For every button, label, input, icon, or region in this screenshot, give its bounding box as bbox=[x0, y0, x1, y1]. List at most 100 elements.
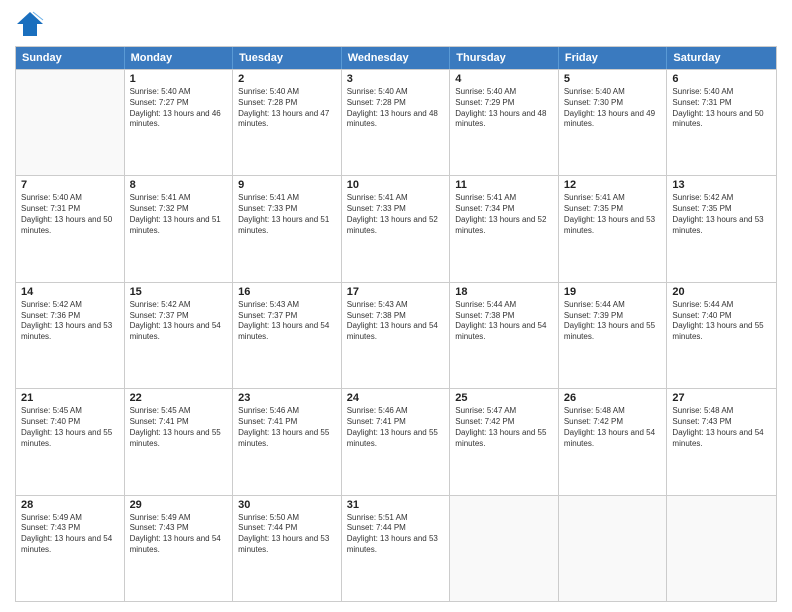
calendar-header-cell: Sunday bbox=[16, 47, 125, 69]
cell-info: Sunrise: 5:46 AMSunset: 7:41 PMDaylight:… bbox=[347, 406, 445, 449]
day-number: 27 bbox=[672, 392, 771, 404]
cell-info: Sunrise: 5:40 AMSunset: 7:28 PMDaylight:… bbox=[238, 87, 336, 130]
calendar-cell bbox=[559, 496, 668, 601]
calendar-cell: 8 Sunrise: 5:41 AMSunset: 7:32 PMDaylight… bbox=[125, 176, 234, 281]
calendar-header-cell: Thursday bbox=[450, 47, 559, 69]
calendar-cell: 18 Sunrise: 5:44 AMSunset: 7:38 PMDayligh… bbox=[450, 283, 559, 388]
calendar-cell bbox=[667, 496, 776, 601]
calendar-cell: 6 Sunrise: 5:40 AMSunset: 7:31 PMDaylight… bbox=[667, 70, 776, 175]
calendar-cell: 4 Sunrise: 5:40 AMSunset: 7:29 PMDaylight… bbox=[450, 70, 559, 175]
day-number: 15 bbox=[130, 286, 228, 298]
calendar-cell: 25 Sunrise: 5:47 AMSunset: 7:42 PMDayligh… bbox=[450, 389, 559, 494]
cell-info: Sunrise: 5:40 AMSunset: 7:28 PMDaylight:… bbox=[347, 87, 445, 130]
cell-info: Sunrise: 5:41 AMSunset: 7:35 PMDaylight:… bbox=[564, 193, 662, 236]
day-number: 24 bbox=[347, 392, 445, 404]
logo bbox=[15, 10, 49, 38]
calendar-row: 7Sunrise: 5:40 AMSunset: 7:31 PMDaylight… bbox=[16, 175, 776, 281]
cell-info: Sunrise: 5:48 AMSunset: 7:43 PMDaylight:… bbox=[672, 406, 771, 449]
calendar-cell: 1Sunrise: 5:40 AMSunset: 7:27 PMDaylight… bbox=[125, 70, 234, 175]
day-number: 13 bbox=[672, 179, 771, 191]
cell-info: Sunrise: 5:51 AMSunset: 7:44 PMDaylight:… bbox=[347, 513, 445, 556]
calendar-row: 28 Sunrise: 5:49 AMSunset: 7:43 PMDayligh… bbox=[16, 495, 776, 601]
calendar-header-cell: Friday bbox=[559, 47, 668, 69]
day-number: 4 bbox=[455, 73, 553, 85]
cell-info: Sunrise: 5:44 AMSunset: 7:39 PMDaylight:… bbox=[564, 300, 662, 343]
day-number: 7 bbox=[21, 179, 119, 191]
cell-info: Sunrise: 5:42 AMSunset: 7:35 PMDaylight:… bbox=[672, 193, 771, 236]
day-number: 31 bbox=[347, 499, 445, 511]
calendar-cell: 24 Sunrise: 5:46 AMSunset: 7:41 PMDayligh… bbox=[342, 389, 451, 494]
cell-info: Sunrise: 5:40 AMSunset: 7:27 PMDaylight:… bbox=[130, 87, 228, 130]
calendar-cell: 15 Sunrise: 5:42 AMSunset: 7:37 PMDayligh… bbox=[125, 283, 234, 388]
cell-info: Sunrise: 5:46 AMSunset: 7:41 PMDaylight:… bbox=[238, 406, 336, 449]
cell-info: Sunrise: 5:41 AMSunset: 7:33 PMDaylight:… bbox=[238, 193, 336, 236]
day-number: 18 bbox=[455, 286, 553, 298]
calendar-cell: 5Sunrise: 5:40 AMSunset: 7:30 PMDaylight… bbox=[559, 70, 668, 175]
cell-info: Sunrise: 5:41 AMSunset: 7:32 PMDaylight:… bbox=[130, 193, 228, 236]
cell-info: Sunrise: 5:41 AMSunset: 7:34 PMDaylight:… bbox=[455, 193, 553, 236]
day-number: 25 bbox=[455, 392, 553, 404]
header bbox=[15, 10, 777, 38]
day-number: 5 bbox=[564, 73, 662, 85]
day-number: 3 bbox=[347, 73, 445, 85]
day-number: 23 bbox=[238, 392, 336, 404]
calendar-header-cell: Wednesday bbox=[342, 47, 451, 69]
day-number: 16 bbox=[238, 286, 336, 298]
calendar-cell bbox=[450, 496, 559, 601]
day-number: 19 bbox=[564, 286, 662, 298]
calendar-cell: 29Sunrise: 5:49 AMSunset: 7:43 PMDayligh… bbox=[125, 496, 234, 601]
day-number: 21 bbox=[21, 392, 119, 404]
cell-info: Sunrise: 5:45 AMSunset: 7:41 PMDaylight:… bbox=[130, 406, 228, 449]
calendar-cell: 31 Sunrise: 5:51 AMSunset: 7:44 PMDayligh… bbox=[342, 496, 451, 601]
day-number: 28 bbox=[21, 499, 119, 511]
calendar-header-cell: Tuesday bbox=[233, 47, 342, 69]
calendar-cell: 2 Sunrise: 5:40 AMSunset: 7:28 PMDaylight… bbox=[233, 70, 342, 175]
calendar-cell: 10 Sunrise: 5:41 AMSunset: 7:33 PMDayligh… bbox=[342, 176, 451, 281]
cell-info: Sunrise: 5:40 AMSunset: 7:31 PMDaylight:… bbox=[672, 87, 771, 130]
calendar-cell: 28 Sunrise: 5:49 AMSunset: 7:43 PMDayligh… bbox=[16, 496, 125, 601]
calendar-row: 14Sunrise: 5:42 AMSunset: 7:36 PMDayligh… bbox=[16, 282, 776, 388]
page: SundayMondayTuesdayWednesdayThursdayFrid… bbox=[0, 0, 792, 612]
day-number: 10 bbox=[347, 179, 445, 191]
day-number: 6 bbox=[672, 73, 771, 85]
calendar-header-cell: Monday bbox=[125, 47, 234, 69]
day-number: 2 bbox=[238, 73, 336, 85]
calendar-cell: 3 Sunrise: 5:40 AMSunset: 7:28 PMDaylight… bbox=[342, 70, 451, 175]
day-number: 26 bbox=[564, 392, 662, 404]
day-number: 22 bbox=[130, 392, 228, 404]
calendar-cell: 22 Sunrise: 5:45 AMSunset: 7:41 PMDayligh… bbox=[125, 389, 234, 494]
calendar-cell: 16 Sunrise: 5:43 AMSunset: 7:37 PMDayligh… bbox=[233, 283, 342, 388]
cell-info: Sunrise: 5:47 AMSunset: 7:42 PMDaylight:… bbox=[455, 406, 553, 449]
calendar-cell: 30Sunrise: 5:50 AMSunset: 7:44 PMDayligh… bbox=[233, 496, 342, 601]
calendar-row: 1Sunrise: 5:40 AMSunset: 7:27 PMDaylight… bbox=[16, 69, 776, 175]
day-number: 29 bbox=[130, 499, 228, 511]
cell-info: Sunrise: 5:42 AMSunset: 7:37 PMDaylight:… bbox=[130, 300, 228, 343]
day-number: 11 bbox=[455, 179, 553, 191]
calendar-header: SundayMondayTuesdayWednesdayThursdayFrid… bbox=[16, 47, 776, 69]
logo-icon bbox=[15, 10, 45, 38]
calendar-cell: 17Sunrise: 5:43 AMSunset: 7:38 PMDayligh… bbox=[342, 283, 451, 388]
calendar-cell: 21Sunrise: 5:45 AMSunset: 7:40 PMDayligh… bbox=[16, 389, 125, 494]
calendar-row: 21Sunrise: 5:45 AMSunset: 7:40 PMDayligh… bbox=[16, 388, 776, 494]
calendar-cell: 20 Sunrise: 5:44 AMSunset: 7:40 PMDayligh… bbox=[667, 283, 776, 388]
cell-info: Sunrise: 5:49 AMSunset: 7:43 PMDaylight:… bbox=[21, 513, 119, 556]
calendar-cell: 12Sunrise: 5:41 AMSunset: 7:35 PMDayligh… bbox=[559, 176, 668, 281]
cell-info: Sunrise: 5:43 AMSunset: 7:37 PMDaylight:… bbox=[238, 300, 336, 343]
calendar-cell: 26Sunrise: 5:48 AMSunset: 7:42 PMDayligh… bbox=[559, 389, 668, 494]
day-number: 8 bbox=[130, 179, 228, 191]
calendar-cell: 13 Sunrise: 5:42 AMSunset: 7:35 PMDayligh… bbox=[667, 176, 776, 281]
calendar-cell: 9Sunrise: 5:41 AMSunset: 7:33 PMDaylight… bbox=[233, 176, 342, 281]
day-number: 14 bbox=[21, 286, 119, 298]
day-number: 30 bbox=[238, 499, 336, 511]
cell-info: Sunrise: 5:44 AMSunset: 7:38 PMDaylight:… bbox=[455, 300, 553, 343]
calendar-header-cell: Saturday bbox=[667, 47, 776, 69]
calendar: SundayMondayTuesdayWednesdayThursdayFrid… bbox=[15, 46, 777, 602]
cell-info: Sunrise: 5:41 AMSunset: 7:33 PMDaylight:… bbox=[347, 193, 445, 236]
day-number: 20 bbox=[672, 286, 771, 298]
cell-info: Sunrise: 5:40 AMSunset: 7:29 PMDaylight:… bbox=[455, 87, 553, 130]
calendar-cell: 7Sunrise: 5:40 AMSunset: 7:31 PMDaylight… bbox=[16, 176, 125, 281]
calendar-cell: 23 Sunrise: 5:46 AMSunset: 7:41 PMDayligh… bbox=[233, 389, 342, 494]
calendar-cell bbox=[16, 70, 125, 175]
cell-info: Sunrise: 5:44 AMSunset: 7:40 PMDaylight:… bbox=[672, 300, 771, 343]
calendar-cell: 11 Sunrise: 5:41 AMSunset: 7:34 PMDayligh… bbox=[450, 176, 559, 281]
